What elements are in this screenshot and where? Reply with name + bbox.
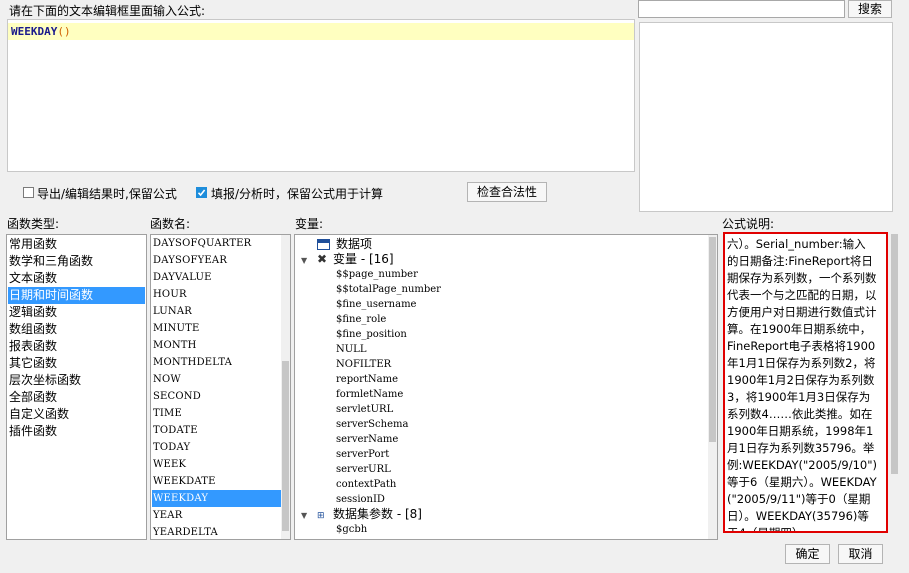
- variable-item[interactable]: $fine_username: [336, 297, 416, 312]
- description-scrollbar[interactable]: [890, 234, 899, 534]
- function-list[interactable]: DAYSOFQUARTER DAYSOFYEAR DAYVALUE HOUR LUNAR…: [150, 234, 291, 540]
- function-list-scroll-thumb[interactable]: [282, 361, 289, 531]
- function-item[interactable]: DAYSOFYEAR: [152, 252, 281, 269]
- table-icon: [317, 239, 330, 250]
- variable-item[interactable]: serverPort: [336, 447, 389, 462]
- variables-tree-scroll-thumb[interactable]: [709, 237, 716, 442]
- description-scroll-thumb[interactable]: [891, 234, 898, 474]
- tree-node-label: 数据集参数 - [8]: [333, 507, 422, 521]
- variable-item[interactable]: formletName: [336, 387, 403, 402]
- formula-editor[interactable]: WEEKDAY(): [7, 19, 635, 172]
- category-item[interactable]: 全部函数: [8, 389, 145, 406]
- cancel-label: 取消: [848, 547, 873, 561]
- variable-item[interactable]: serverName: [336, 432, 398, 447]
- dataset-param-icon: ⊞: [317, 511, 325, 521]
- formula-function-name: WEEKDAY: [11, 25, 58, 38]
- function-list-scrollbar[interactable]: [281, 235, 290, 539]
- fill-keep-formula-label: 填报/分析时，保留公式用于计算: [211, 187, 384, 201]
- category-item[interactable]: 其它函数: [8, 355, 145, 372]
- tree-node-dataset-params[interactable]: ▼ ⊞ 数据集参数 - [8]: [301, 507, 422, 522]
- category-item[interactable]: 报表函数: [8, 338, 145, 355]
- fill-keep-formula-checkbox[interactable]: [196, 187, 207, 198]
- variable-item[interactable]: NOFILTER: [336, 357, 391, 372]
- tree-node-variables[interactable]: ▼ ✖ 变量 - [16]: [301, 252, 394, 267]
- category-item[interactable]: 常用函数: [8, 236, 145, 253]
- category-list[interactable]: 常用函数 数学和三角函数 文本函数 日期和时间函数 逻辑函数 数组函数 报表函数 其它函数 层次…: [6, 234, 147, 540]
- tree-node-data-item[interactable]: 数据项: [317, 237, 372, 252]
- check-validity-label: 检查合法性: [476, 185, 537, 199]
- function-item[interactable]: WEEKDATE: [152, 473, 281, 490]
- variable-icon: ✖: [317, 252, 328, 266]
- ok-label: 确定: [795, 547, 820, 561]
- variable-item[interactable]: contextPath: [336, 477, 396, 492]
- function-item[interactable]: TIME: [152, 405, 281, 422]
- function-item[interactable]: MONTHDELTA: [152, 354, 281, 371]
- function-item[interactable]: MINUTE: [152, 320, 281, 337]
- function-item[interactable]: YEAR: [152, 507, 281, 524]
- variable-item[interactable]: $$totalPage_number: [336, 282, 441, 297]
- check-validity-button[interactable]: 检查合法性: [467, 182, 547, 202]
- category-item[interactable]: 文本函数: [8, 270, 145, 287]
- function-item[interactable]: HOUR: [152, 286, 281, 303]
- variable-item[interactable]: NULL: [336, 342, 366, 357]
- checkmark-icon: [197, 189, 206, 197]
- chevron-down-icon[interactable]: ▼: [301, 253, 311, 268]
- description-label: 公式说明:: [722, 217, 775, 231]
- param-item[interactable]: $gcbh: [336, 522, 367, 537]
- export-keep-formula-checkbox[interactable]: [23, 187, 34, 198]
- variables-label: 变量:: [295, 217, 324, 231]
- category-item[interactable]: 插件函数: [8, 423, 145, 440]
- function-item[interactable]: NOW: [152, 371, 281, 388]
- ok-button[interactable]: 确定: [785, 544, 830, 564]
- cancel-button[interactable]: 取消: [838, 544, 883, 564]
- function-item[interactable]: DAYVALUE: [152, 269, 281, 286]
- tree-node-label: 数据项: [336, 237, 373, 251]
- category-item[interactable]: 逻辑函数: [8, 304, 145, 321]
- function-item[interactable]: TODAY: [152, 439, 281, 456]
- chevron-down-icon[interactable]: ▼: [301, 508, 311, 523]
- export-keep-formula-label: 导出/编辑结果时,保留公式: [37, 187, 177, 201]
- variable-item[interactable]: servletURL: [336, 402, 393, 417]
- category-item[interactable]: 自定义函数: [8, 406, 145, 423]
- function-item[interactable]: MONTH: [152, 337, 281, 354]
- variable-item[interactable]: $fine_position: [336, 327, 407, 342]
- search-input[interactable]: [638, 0, 845, 18]
- formula-parens: (): [57, 25, 71, 38]
- variable-item[interactable]: sessionID: [336, 492, 385, 507]
- description-panel: 六）。Serial_number:输入的日期备注:FineReport将日期保存…: [723, 232, 888, 533]
- function-item[interactable]: TODATE: [152, 422, 281, 439]
- variable-item[interactable]: $fine_role: [336, 312, 386, 327]
- category-item[interactable]: 数学和三角函数: [8, 253, 145, 270]
- formula-prompt-label: 请在下面的文本编辑框里面输入公式:: [9, 4, 206, 18]
- category-label: 函数类型:: [7, 217, 60, 231]
- function-item[interactable]: WEEKDAY: [152, 490, 281, 507]
- variable-item[interactable]: reportName: [336, 372, 398, 387]
- tree-node-label: 变量 - [16]: [333, 252, 394, 266]
- function-item[interactable]: SECOND: [152, 388, 281, 405]
- category-item[interactable]: 日期和时间函数: [8, 287, 145, 304]
- formula-text[interactable]: WEEKDAY(): [11, 24, 71, 39]
- category-item[interactable]: 层次坐标函数: [8, 372, 145, 389]
- function-preview-panel: [639, 22, 893, 212]
- search-button-label: 搜索: [857, 2, 882, 16]
- function-item[interactable]: LUNAR: [152, 303, 281, 320]
- search-button[interactable]: 搜索: [848, 0, 892, 18]
- function-item[interactable]: WEEK: [152, 456, 281, 473]
- variables-tree[interactable]: 数据项 ▼ ✖ 变量 - [16] $$page_number $$totalPage_n…: [294, 234, 718, 540]
- variables-tree-scrollbar[interactable]: [708, 235, 717, 539]
- variable-item[interactable]: $$page_number: [336, 267, 418, 282]
- variable-item[interactable]: serverURL: [336, 462, 391, 477]
- variable-item[interactable]: serverSchema: [336, 417, 408, 432]
- description-text: 六）。Serial_number:输入的日期备注:FineReport将日期保存…: [727, 237, 877, 533]
- function-name-label: 函数名:: [150, 217, 191, 231]
- function-item[interactable]: YEARDELTA: [152, 524, 281, 539]
- current-line-highlight: [8, 23, 634, 40]
- category-item[interactable]: 数组函数: [8, 321, 145, 338]
- function-item[interactable]: DAYSOFQUARTER: [152, 235, 281, 252]
